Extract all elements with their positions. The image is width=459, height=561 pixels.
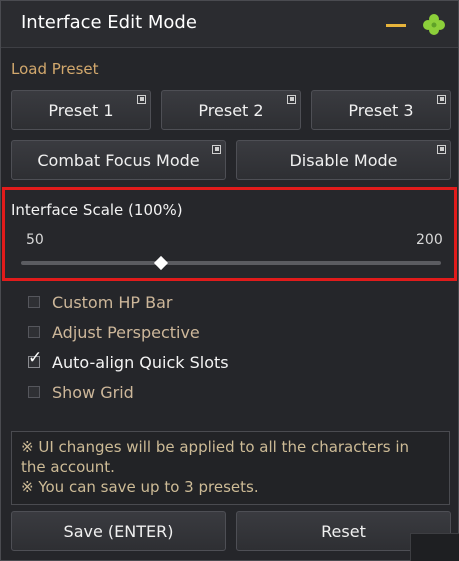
preset-3-label: Preset 3 (348, 100, 414, 120)
disable-mode-label: Disable Mode (289, 150, 398, 170)
notice-line: ※ You can save up to 3 presets. (21, 478, 259, 496)
auto-align-quick-slots-checkbox[interactable]: ✓ (28, 350, 42, 368)
disable-mode-button[interactable]: Disable Mode (236, 140, 451, 180)
adjust-perspective-label: Adjust Perspective (52, 322, 200, 342)
popout-corner-icon (437, 95, 446, 104)
notice-box: ※ UI changes will be applied to all the … (11, 431, 450, 505)
custom-hp-bar-label: Custom HP Bar (52, 292, 173, 312)
interface-edit-panel: Interface Edit Mode Load Preset Preset 1… (0, 0, 459, 561)
scale-slider-track[interactable] (21, 261, 441, 265)
preset-1-label: Preset 1 (48, 100, 114, 120)
resize-grip[interactable] (410, 533, 459, 561)
preset-1-button[interactable]: Preset 1 (11, 90, 151, 130)
scale-max-label: 200 (416, 232, 443, 248)
combat-focus-mode-label: Combat Focus Mode (37, 150, 200, 170)
option-auto-align-quick-slots[interactable]: ✓ Auto-align Quick Slots (28, 350, 229, 373)
option-show-grid[interactable]: Show Grid (28, 381, 134, 403)
interface-scale-label: Interface Scale (100%) (11, 201, 183, 219)
clover-icon[interactable] (421, 12, 447, 38)
checkmark-icon: ✓ (28, 348, 43, 368)
popout-corner-icon (212, 145, 221, 154)
custom-hp-bar-checkbox[interactable] (28, 296, 40, 308)
preset-3-button[interactable]: Preset 3 (311, 90, 451, 130)
combat-focus-mode-button[interactable]: Combat Focus Mode (11, 140, 226, 180)
option-custom-hp-bar[interactable]: Custom HP Bar (28, 291, 173, 313)
popout-corner-icon (437, 145, 446, 154)
save-label: Save (ENTER) (63, 521, 174, 541)
preset-2-button[interactable]: Preset 2 (161, 90, 301, 130)
minimize-icon[interactable] (386, 24, 406, 27)
notice-line: the account. (21, 458, 115, 476)
scale-min-label: 50 (26, 232, 44, 248)
show-grid-label: Show Grid (52, 382, 134, 402)
window-title: Interface Edit Mode (21, 12, 197, 33)
reset-label: Reset (321, 521, 366, 541)
title-bar: Interface Edit Mode (1, 1, 458, 48)
notice-line: ※ UI changes will be applied to all the … (21, 438, 410, 456)
preset-2-label: Preset 2 (198, 100, 264, 120)
popout-corner-icon (287, 95, 296, 104)
popout-corner-icon (137, 95, 146, 104)
show-grid-checkbox[interactable] (28, 386, 40, 398)
save-button[interactable]: Save (ENTER) (11, 511, 226, 551)
load-preset-label: Load Preset (11, 60, 99, 78)
option-adjust-perspective[interactable]: Adjust Perspective (28, 321, 200, 343)
auto-align-quick-slots-label: Auto-align Quick Slots (52, 352, 229, 372)
adjust-perspective-checkbox[interactable] (28, 326, 40, 338)
